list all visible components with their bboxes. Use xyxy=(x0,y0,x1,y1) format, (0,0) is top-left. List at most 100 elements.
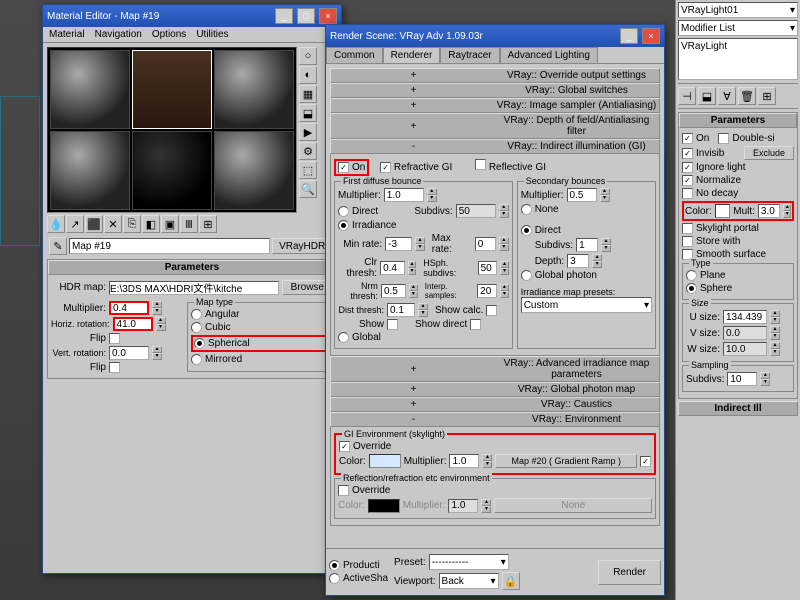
gi-on-chk[interactable]: ✓ xyxy=(338,162,349,173)
mat-titlebar[interactable]: Material Editor - Map #19 _ □ × xyxy=(43,5,341,27)
modifier-list[interactable]: Modifier List xyxy=(678,20,798,36)
roll-caustics[interactable]: +VRay:: Caustics xyxy=(330,397,660,412)
tool-opts[interactable]: ⚙ xyxy=(299,142,317,160)
fdirect-radio[interactable] xyxy=(338,206,349,217)
flip1-chk[interactable] xyxy=(109,333,120,344)
hdr-path-input[interactable] xyxy=(109,281,279,295)
tool-reset[interactable]: ✕ xyxy=(104,215,122,233)
remove-icon[interactable]: 🗑 xyxy=(738,87,756,105)
angular-radio[interactable] xyxy=(191,309,202,320)
slot-4[interactable] xyxy=(50,131,130,210)
slot-3[interactable] xyxy=(214,50,294,129)
roll-env[interactable]: -VRay:: Environment xyxy=(330,412,660,427)
pin-icon[interactable]: ⊣ xyxy=(678,87,696,105)
roll-gi[interactable]: -VRay:: Indirect illumination (GI) xyxy=(330,139,660,154)
tool-sample[interactable]: ○ xyxy=(299,47,317,65)
light-color[interactable] xyxy=(715,204,731,218)
sdirect-radio[interactable] xyxy=(521,225,532,236)
preset-dropdown[interactable]: Custom xyxy=(521,297,652,313)
indirect-rollup[interactable]: Indirect Ill xyxy=(678,401,798,416)
tool-show[interactable]: ▣ xyxy=(161,215,179,233)
menu-navigation[interactable]: Navigation xyxy=(95,29,142,40)
roll-dof[interactable]: +VRay:: Depth of field/Antialiasing filt… xyxy=(330,113,660,139)
skylight-chk[interactable] xyxy=(682,223,693,234)
roll-global[interactable]: +VRay:: Global switches xyxy=(330,83,660,98)
light-params[interactable]: Parameters xyxy=(679,113,797,128)
tool-uv[interactable]: ⬓ xyxy=(299,104,317,122)
store-chk[interactable] xyxy=(682,236,693,247)
exclude-btn[interactable]: Exclude xyxy=(744,146,794,160)
irrad-radio[interactable] xyxy=(338,220,349,231)
tab-raytracer[interactable]: Raytracer xyxy=(440,47,499,63)
viewport-dd[interactable]: Back xyxy=(439,573,499,589)
roll-sampler[interactable]: +VRay:: Image sampler (Antialiasing) xyxy=(330,98,660,113)
dbl-chk[interactable] xyxy=(718,133,729,144)
params-rollup[interactable]: Parameters xyxy=(48,260,336,275)
vrot-spinner[interactable]: ▴▾ xyxy=(152,346,162,360)
mirrored-radio[interactable] xyxy=(191,354,202,365)
tab-renderer[interactable]: Renderer xyxy=(383,47,441,63)
invis-chk[interactable]: ✓ xyxy=(682,148,693,159)
tool-get[interactable]: 💧 xyxy=(47,215,65,233)
menu-options[interactable]: Options xyxy=(152,29,186,40)
show-icon[interactable]: ⬓ xyxy=(698,87,716,105)
unique-icon[interactable]: ∀ xyxy=(718,87,736,105)
sphere-radio[interactable] xyxy=(686,283,697,294)
ignore-chk[interactable]: ✓ xyxy=(682,162,693,173)
nodecay-chk[interactable] xyxy=(682,188,693,199)
norm-chk[interactable]: ✓ xyxy=(682,175,693,186)
render-btn[interactable]: Render xyxy=(598,560,661,585)
maximize-btn[interactable]: □ xyxy=(297,8,315,24)
minimize-btn[interactable]: _ xyxy=(275,8,293,24)
gphoton-radio[interactable] xyxy=(521,270,532,281)
activesha-radio[interactable] xyxy=(329,573,340,584)
override2-chk[interactable] xyxy=(338,485,349,496)
vrot-input[interactable]: 0.0 xyxy=(109,346,149,360)
pick-icon[interactable]: ✎ xyxy=(49,237,67,255)
refractive-chk[interactable]: ✓ xyxy=(380,162,391,173)
roll-override[interactable]: +VRay:: Override output settings xyxy=(330,68,660,83)
menu-material[interactable]: Material xyxy=(49,29,85,40)
stack[interactable]: VRayLight xyxy=(678,38,798,80)
snone-radio[interactable] xyxy=(521,204,532,215)
tool-magnify[interactable]: 🔍 xyxy=(299,180,317,198)
close-btn[interactable]: × xyxy=(319,8,337,24)
tool-backlight[interactable]: ◐ xyxy=(299,66,317,84)
tool-select[interactable]: ⬚ xyxy=(299,161,317,179)
hrot-input[interactable]: 41.0 xyxy=(113,317,153,331)
tab-advlight[interactable]: Advanced Lighting xyxy=(500,47,598,63)
lock-icon[interactable]: 🔒 xyxy=(502,572,520,590)
render-close-btn[interactable]: × xyxy=(642,28,660,44)
slot-5[interactable] xyxy=(132,131,212,210)
env-map-chk[interactable]: ✓ xyxy=(640,456,651,467)
slot-6[interactable] xyxy=(214,131,294,210)
multiplier-input[interactable]: 0.4 xyxy=(109,301,149,315)
slot-2-selected[interactable] xyxy=(132,50,212,129)
light-mult[interactable]: 3.0 xyxy=(758,204,781,218)
flip2-chk[interactable] xyxy=(109,362,120,373)
slot-1[interactable] xyxy=(50,50,130,129)
fglobal-radio[interactable] xyxy=(338,332,349,343)
cubic-radio[interactable] xyxy=(191,322,202,333)
override-chk[interactable]: ✓ xyxy=(339,441,350,452)
tool-assign[interactable]: ⬛ xyxy=(85,215,103,233)
tool-put[interactable]: ↗ xyxy=(66,215,84,233)
tool-copy[interactable]: ⎘ xyxy=(123,215,141,233)
tool-ids[interactable]: Ⅲ xyxy=(180,215,198,233)
roll-gphoton[interactable]: +VRay:: Global photon map xyxy=(330,382,660,397)
env-map-btn[interactable]: Map #20 ( Gradient Ramp ) xyxy=(495,454,637,468)
map-name-input[interactable] xyxy=(69,238,270,254)
plane-radio[interactable] xyxy=(686,270,697,281)
render-min-btn[interactable]: _ xyxy=(620,28,638,44)
fmult-input[interactable]: 1.0 xyxy=(384,188,424,202)
preset-dd[interactable]: ----------- xyxy=(429,554,509,570)
spherical-radio[interactable] xyxy=(194,338,205,349)
render-titlebar[interactable]: Render Scene: VRay Adv 1.09.03r _ × xyxy=(326,25,664,47)
reflective-chk[interactable] xyxy=(475,159,486,170)
showdirect-chk[interactable] xyxy=(470,319,481,330)
menu-utilities[interactable]: Utilities xyxy=(196,29,228,40)
tab-common[interactable]: Common xyxy=(326,47,383,63)
tool-nav[interactable]: ⊞ xyxy=(199,215,217,233)
hrot-spinner[interactable]: ▴▾ xyxy=(156,317,166,331)
showcalc-chk[interactable] xyxy=(486,305,497,316)
